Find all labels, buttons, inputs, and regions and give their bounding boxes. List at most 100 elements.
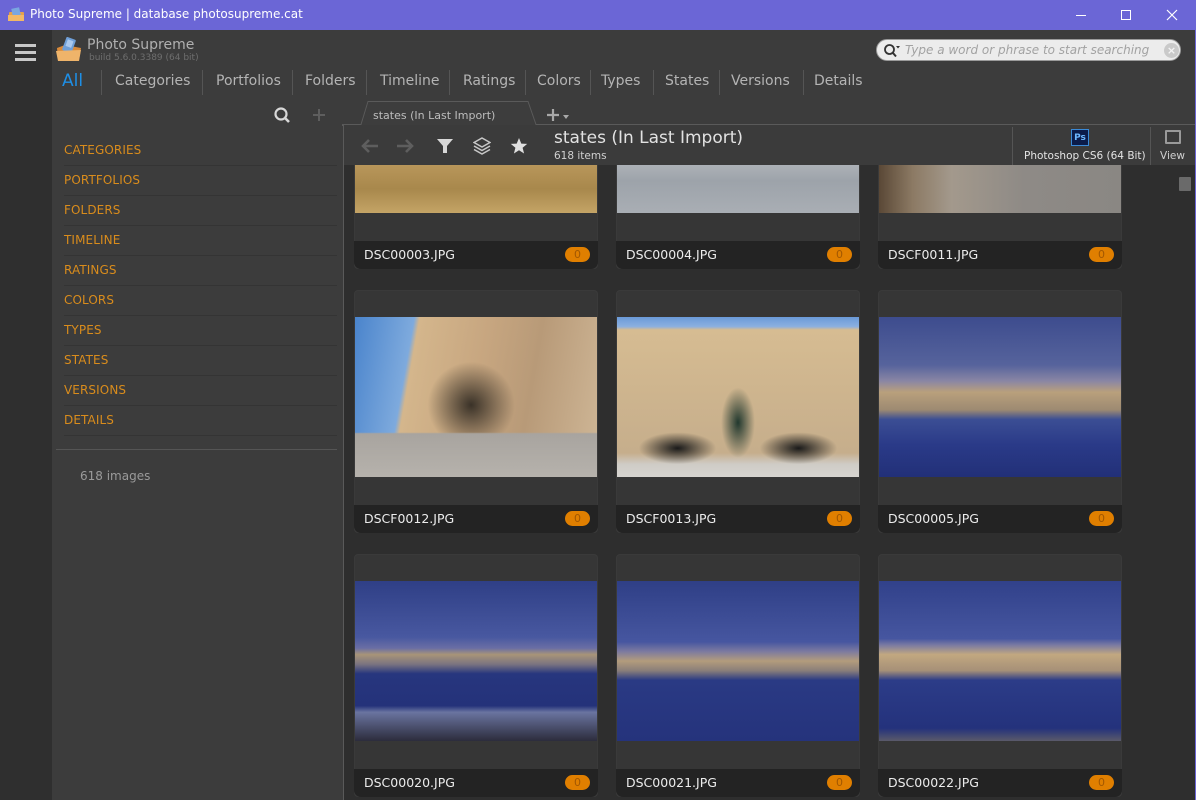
view-toolbar: states (In Last Import) 618 items Ps Pho… [343, 125, 1195, 165]
nav-tab-ratings[interactable]: Ratings [463, 73, 515, 89]
forward-arrow-icon [397, 139, 414, 153]
sidebar-item-ratings[interactable]: RATINGS [64, 256, 337, 286]
nav-tab-colors[interactable]: Colors [537, 73, 581, 89]
filename: DSC00020.JPG [364, 775, 455, 790]
scrollbar-thumb[interactable] [1179, 177, 1191, 191]
count-badge[interactable]: 0 [827, 247, 852, 262]
nav-tab-versions[interactable]: Versions [731, 73, 790, 89]
sidebar-item-details[interactable]: DETAILS [64, 406, 337, 436]
thumbnail-image[interactable] [879, 165, 1121, 213]
maximize-button[interactable] [1103, 0, 1149, 30]
filename: DSCF0013.JPG [626, 511, 717, 526]
view-tab[interactable]: states (In Last Import) [373, 109, 495, 122]
sidebar-item-portfolios[interactable]: PORTFOLIOS [64, 166, 337, 196]
count-badge[interactable]: 0 [827, 511, 852, 526]
filter-icon [437, 139, 453, 153]
count-badge[interactable]: 0 [565, 247, 590, 262]
count-badge[interactable]: 0 [1089, 511, 1114, 526]
thumbnail-image[interactable] [617, 165, 859, 213]
thumbnail-card[interactable]: DSC00021.JPG 0 [616, 554, 860, 797]
nav-tab-all[interactable]: All [62, 71, 83, 91]
card-caption: DSCF0012.JPG 0 [354, 505, 598, 533]
menu-button[interactable] [15, 44, 37, 62]
sidebar-item-categories[interactable]: CATEGORIES [64, 136, 337, 166]
close-button[interactable] [1149, 0, 1195, 30]
filter-button[interactable] [434, 135, 456, 157]
sidebar-item-types[interactable]: TYPES [64, 316, 337, 346]
maximize-icon [1121, 10, 1131, 20]
external-editor-label: Photoshop CS6 (64 Bit) [1024, 150, 1146, 162]
thumbnail-card[interactable]: DSCF0011.JPG 0 [878, 165, 1122, 269]
nav-tab-portfolios[interactable]: Portfolios [216, 73, 281, 89]
search-box[interactable]: × [876, 39, 1181, 61]
thumbnail-card[interactable]: DSC00005.JPG 0 [878, 290, 1122, 533]
thumbnail-card[interactable]: DSC00022.JPG 0 [878, 554, 1122, 797]
sidebar-item-versions[interactable]: VERSIONS [64, 376, 337, 406]
sidebar-item-timeline[interactable]: TIMELINE [64, 226, 337, 256]
thumbnail-image[interactable] [617, 317, 859, 477]
nav-tab-timeline[interactable]: Timeline [380, 73, 440, 89]
nav-separator [449, 70, 450, 95]
app-name: Photo Supreme [87, 37, 195, 53]
filename: DSC00005.JPG [888, 511, 979, 526]
thumbnail-image[interactable] [355, 165, 597, 213]
view-button[interactable]: View [1152, 125, 1195, 165]
back-button[interactable] [359, 135, 381, 157]
thumbnail-image[interactable] [617, 581, 859, 741]
filename: DSC00004.JPG [626, 247, 717, 262]
thumbnail-card[interactable]: DSCF0013.JPG 0 [616, 290, 860, 533]
thumbnail-card[interactable]: DSC00020.JPG 0 [354, 554, 598, 797]
nav-separator [590, 70, 591, 95]
search-options-icon[interactable] [883, 43, 901, 58]
nav-tab-states[interactable]: States [665, 73, 709, 89]
minimize-button[interactable] [1058, 0, 1104, 30]
sidebar-item-colors[interactable]: COLORS [64, 286, 337, 316]
sidebar-divider [56, 449, 337, 450]
star-icon [510, 138, 528, 154]
stack-button[interactable] [471, 135, 493, 157]
nav-tab-types[interactable]: Types [601, 73, 640, 89]
sidebar: CATEGORIES PORTFOLIOS FOLDERS TIMELINE R… [52, 100, 342, 800]
add-icon[interactable] [309, 105, 329, 125]
open-in-photoshop-button[interactable]: Ps Photoshop CS6 (64 Bit) [1013, 125, 1151, 165]
nav-tab-folders[interactable]: Folders [305, 73, 356, 89]
app-build: build 5.6.0.3389 (64 bit) [89, 53, 199, 63]
clear-search-button[interactable]: × [1164, 43, 1179, 58]
sidebar-search-icon[interactable] [272, 105, 292, 125]
sidebar-item-states[interactable]: STATES [64, 346, 337, 376]
count-badge[interactable]: 0 [1089, 247, 1114, 262]
nav-tab-categories[interactable]: Categories [115, 73, 190, 89]
nav-tab-details[interactable]: Details [814, 73, 863, 89]
thumbnail-image[interactable] [355, 581, 597, 741]
layers-icon [473, 137, 491, 155]
count-badge[interactable]: 0 [565, 511, 590, 526]
thumbnail-image[interactable] [879, 581, 1121, 741]
nav-separator [202, 70, 203, 95]
main-panel: states (In Last Import) states (In Last … [342, 100, 1195, 800]
thumbnail-grid[interactable]: DSC00003.JPG 0 DSC00004.JPG 0 DSCF0011.J… [343, 165, 1195, 800]
sidebar-item-folders[interactable]: FOLDERS [64, 196, 337, 226]
thumbnail-image[interactable] [355, 317, 597, 477]
forward-button[interactable] [394, 135, 416, 157]
filename: DSC00022.JPG [888, 775, 979, 790]
title-bar[interactable]: Photo Supreme | database photosupreme.ca… [0, 0, 1195, 30]
back-arrow-icon [361, 139, 378, 153]
thumbnail-card[interactable]: DSCF0012.JPG 0 [354, 290, 598, 533]
left-rail [0, 30, 52, 800]
count-badge[interactable]: 0 [827, 775, 852, 790]
favorite-button[interactable] [508, 135, 530, 157]
close-icon [1166, 9, 1178, 21]
card-caption: DSC00003.JPG 0 [354, 241, 598, 269]
thumbnail-card[interactable]: DSC00004.JPG 0 [616, 165, 860, 269]
view-label: View [1160, 150, 1185, 162]
thumbnail-card[interactable]: DSC00003.JPG 0 [354, 165, 598, 269]
app-window: Photo Supreme | database photosupreme.ca… [0, 0, 1196, 800]
count-badge[interactable]: 0 [1089, 775, 1114, 790]
thumbnail-image[interactable] [879, 317, 1121, 477]
app-icon [8, 7, 24, 21]
count-badge[interactable]: 0 [565, 775, 590, 790]
vertical-scrollbar[interactable] [1177, 165, 1195, 800]
minimize-icon [1076, 15, 1086, 16]
search-input[interactable] [905, 41, 1155, 59]
add-tab-button[interactable] [544, 105, 574, 125]
